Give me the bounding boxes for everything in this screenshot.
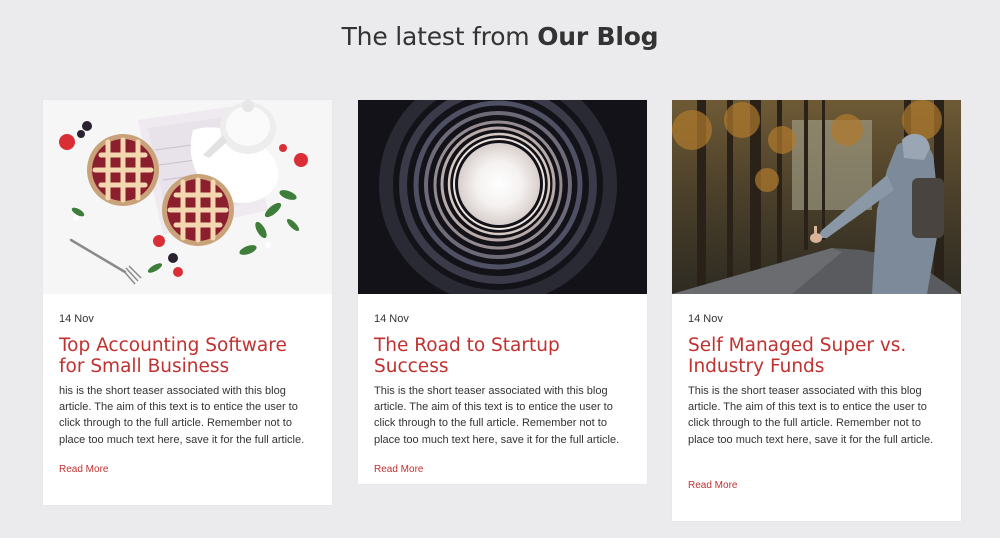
post-date: 14 Nov	[374, 313, 409, 325]
spiral-light-image	[358, 100, 647, 294]
post-teaser: his is the short teaser associated with …	[59, 385, 305, 446]
pies-image	[43, 100, 332, 294]
read-more-link[interactable]: Read More	[374, 464, 423, 475]
read-more-link[interactable]: Read More	[59, 464, 108, 475]
post-date: 14 Nov	[688, 313, 723, 325]
blog-thumbnail-hitchhiker[interactable]	[672, 100, 961, 294]
post-teaser: This is the short teaser associated with…	[374, 385, 620, 446]
hitchhiker-image	[672, 100, 961, 294]
post-title-link[interactable]: The Road to Startup Success	[374, 335, 631, 377]
blog-card: 14 Nov The Road to Startup Success This …	[358, 100, 647, 484]
section-title-prefix: The latest from	[341, 22, 538, 51]
blog-card: 14 Nov Top Accounting Software for Small…	[43, 100, 332, 505]
blog-card: 14 Nov Self Managed Super vs. Industry F…	[672, 100, 961, 521]
section-title: The latest from Our Blog	[0, 22, 1000, 51]
post-title-link[interactable]: Self Managed Super vs. Industry Funds	[688, 335, 945, 377]
post-date: 14 Nov	[59, 313, 94, 325]
post-teaser: This is the short teaser associated with…	[688, 385, 934, 446]
read-more-link[interactable]: Read More	[688, 480, 737, 491]
blog-thumbnail-spiral[interactable]	[358, 100, 647, 294]
section-title-strong: Our Blog	[537, 22, 659, 51]
post-title-link[interactable]: Top Accounting Software for Small Busine…	[59, 335, 316, 377]
blog-thumbnail-pies[interactable]	[43, 100, 332, 294]
